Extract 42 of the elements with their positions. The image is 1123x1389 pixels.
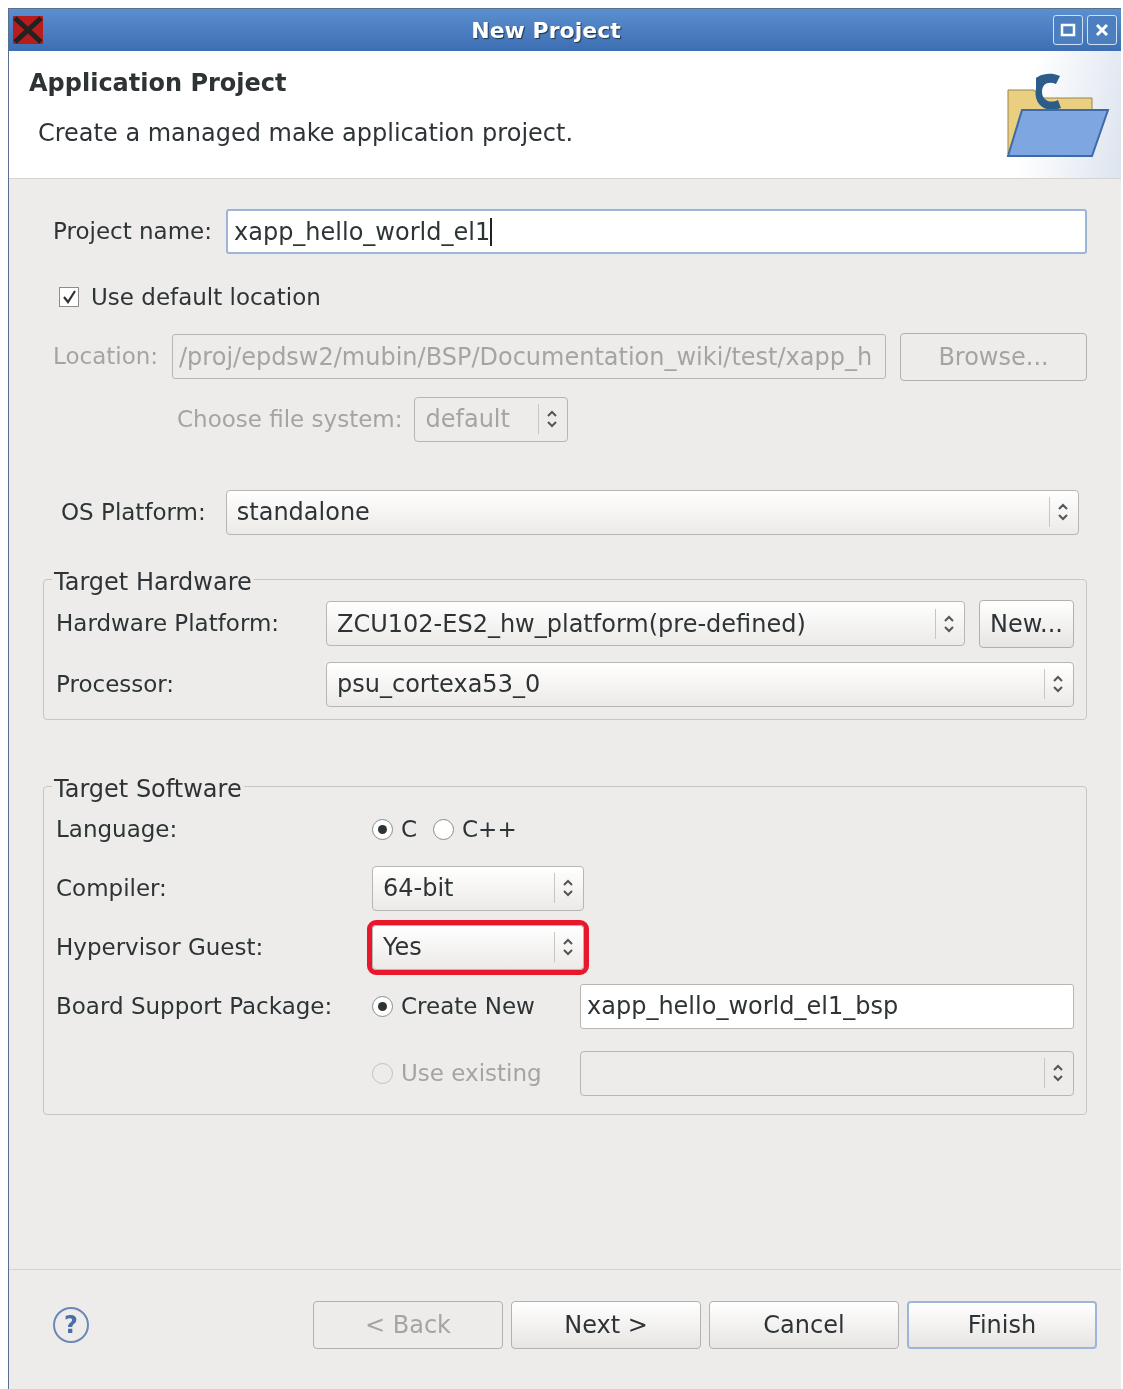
radio-button: Use existing bbox=[372, 1055, 580, 1091]
maximize-button[interactable] bbox=[1053, 15, 1083, 45]
up-down-arrows-icon bbox=[1051, 673, 1065, 695]
bsp-name-field[interactable]: xapp_hello_world_el1_bsp bbox=[580, 983, 1074, 1029]
help-button[interactable]: ? bbox=[53, 1306, 89, 1343]
page-description: Create a managed make application project. bbox=[38, 118, 575, 149]
radio-button[interactable]: C bbox=[372, 811, 418, 847]
field-label: Compiler: bbox=[56, 873, 168, 903]
field-label: Location: bbox=[53, 342, 159, 372]
dialog-button[interactable]: Finish bbox=[907, 1300, 1097, 1349]
location-field: /proj/epdsw2/mubin/BSP/Documentation_wiki/test/xapp_h bbox=[172, 334, 887, 379]
compiler-select[interactable]: 64-bit bbox=[372, 865, 584, 911]
dialog-button[interactable]: Next > bbox=[511, 1300, 701, 1349]
up-down-arrows-icon bbox=[1056, 501, 1070, 523]
field-label: Processor: bbox=[56, 669, 176, 699]
close-button[interactable] bbox=[1087, 15, 1117, 45]
radio-button[interactable]: C++ bbox=[433, 811, 517, 847]
processor-select[interactable]: psu_cortexa53_0 bbox=[326, 661, 1074, 707]
field-label: Hardware Platform: bbox=[56, 609, 281, 639]
field-label: Choose file system: bbox=[177, 404, 403, 434]
field-label: Hypervisor Guest: bbox=[56, 932, 265, 962]
radio-button[interactable]: Create New bbox=[372, 988, 580, 1024]
field-label: Project name: bbox=[53, 217, 212, 247]
up-down-arrows-icon bbox=[1051, 1062, 1065, 1084]
field-label: Board Support Package: bbox=[56, 991, 334, 1021]
hardware-platform-select[interactable]: ZCU102-ES2_hw_platform(pre-defined) bbox=[326, 601, 965, 646]
os-platform-select[interactable]: standalone bbox=[225, 489, 1079, 535]
up-down-arrows-icon bbox=[545, 408, 560, 430]
maximize-icon bbox=[1060, 22, 1076, 38]
app-logo-icon bbox=[13, 16, 43, 44]
checkbox-label: Use default location bbox=[91, 283, 321, 312]
field-label: OS Platform: bbox=[61, 497, 206, 527]
field-label: Language: bbox=[56, 814, 179, 844]
close-icon bbox=[1094, 22, 1110, 38]
up-down-arrows-icon bbox=[561, 877, 575, 899]
checkbox[interactable] bbox=[59, 287, 79, 308]
new-button[interactable]: New... bbox=[978, 599, 1074, 648]
window-title: New Project bbox=[470, 16, 622, 45]
project-name-field[interactable]: xapp_hello_world_el1 bbox=[226, 209, 1087, 254]
dialog-button[interactable]: Cancel bbox=[709, 1300, 899, 1349]
up-down-arrows-icon bbox=[561, 936, 575, 958]
page-title: Application Project bbox=[29, 68, 288, 99]
